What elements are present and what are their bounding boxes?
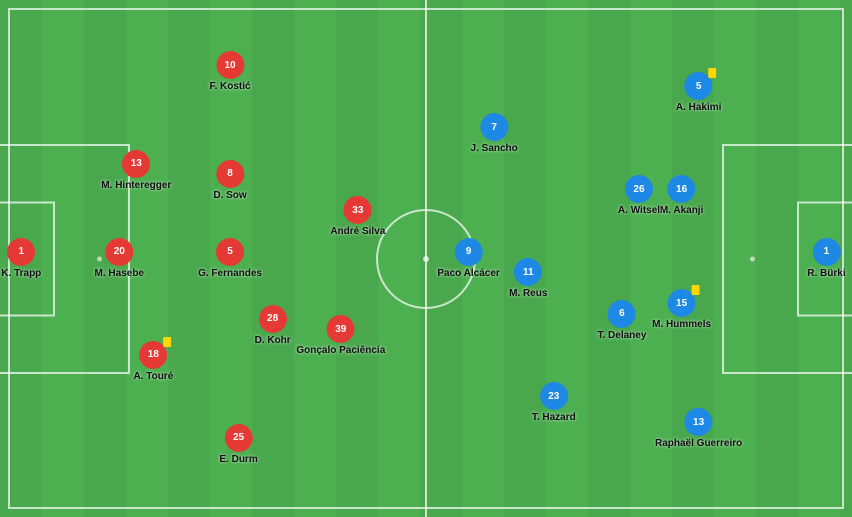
player-name-gfernandes: G. Fernandes [198,268,262,280]
player-delaney[interactable]: 6 T. Delaney [597,300,646,342]
player-number-gfernandes: 5 [216,238,244,266]
yellow-card-hakimi [709,68,717,78]
player-number-durm: 25 [225,424,253,452]
player-number-burki: 1 [812,238,840,266]
player-name-hinteregger: M. Hinteregger [101,180,171,192]
player-andsilva[interactable]: 33 André Silva [330,196,385,238]
player-sow[interactable]: 8 D. Sow [213,160,246,202]
player-number-sancho: 7 [480,113,508,141]
player-name-sancho: J. Sancho [471,143,518,155]
player-goncalo[interactable]: 39 Gonçalo Paciência [296,315,385,357]
player-name-hakimi: A. Hakimi [676,102,722,114]
player-durm[interactable]: 25 E. Durm [219,424,257,466]
player-name-alcacer: Paco Alcácer [437,268,499,280]
player-burki[interactable]: 1 R. Bürki [807,238,845,280]
player-hazard[interactable]: 23 T. Hazard [532,382,576,424]
center-dot [423,256,429,262]
player-number-hakimi: 5 [685,72,713,100]
player-name-toure: A. Touré [133,371,173,383]
player-witsel[interactable]: 26 A. Witsel [618,175,660,217]
player-hummels[interactable]: 15 M. Hummels [652,289,711,331]
player-number-hazard: 23 [540,382,568,410]
player-name-reus: M. Reus [509,288,547,300]
player-number-alcacer: 9 [455,238,483,266]
player-sancho[interactable]: 7 J. Sancho [471,113,518,155]
player-number-sow: 8 [216,160,244,188]
player-hasebe[interactable]: 20 M. Hasebe [95,238,144,280]
player-name-hummels: M. Hummels [652,319,711,331]
player-trapp[interactable]: 1 K. Trapp [1,238,41,280]
player-name-sow: D. Sow [213,190,246,202]
yellow-card-toure [163,337,171,347]
player-number-hummels: 15 [668,289,696,317]
player-number-guerreiro: 13 [685,408,713,436]
player-number-hasebe: 20 [105,238,133,266]
player-name-trapp: K. Trapp [1,268,41,280]
player-number-goncalo: 39 [327,315,355,343]
player-alcacer[interactable]: 9 Paco Alcácer [437,238,499,280]
yellow-card-hummels [692,285,700,295]
player-gfernandes[interactable]: 5 G. Fernandes [198,238,262,280]
player-number-trapp: 1 [7,238,35,266]
football-pitch: 1K. Trapp20M. Hasebe13M. Hinteregger18A.… [0,0,852,517]
player-number-hinteregger: 13 [122,150,150,178]
penalty-dot-right [750,256,755,261]
player-number-andsilva: 33 [344,196,372,224]
player-number-delaney: 6 [608,300,636,328]
player-reus[interactable]: 11 M. Reus [509,258,547,300]
player-hinteregger[interactable]: 13 M. Hinteregger [101,150,171,192]
player-name-witsel: A. Witsel [618,205,660,217]
player-number-witsel: 26 [625,175,653,203]
player-name-hazard: T. Hazard [532,412,576,424]
player-name-kostic: F. Kostić [209,81,250,93]
player-name-kohr: D. Kohr [255,335,291,347]
player-number-toure: 18 [139,341,167,369]
player-kohr[interactable]: 28 D. Kohr [255,305,291,347]
player-toure[interactable]: 18 A. Touré [133,341,173,383]
player-name-delaney: T. Delaney [597,330,646,342]
player-name-akanji: M. Akanji [660,205,704,217]
player-name-durm: E. Durm [219,454,257,466]
player-name-burki: R. Bürki [807,268,845,280]
player-name-guerreiro: Raphaël Guerreiro [655,438,742,450]
player-number-akanji: 16 [668,175,696,203]
player-name-hasebe: M. Hasebe [95,268,144,280]
player-name-goncalo: Gonçalo Paciência [296,345,385,357]
player-akanji[interactable]: 16 M. Akanji [660,175,704,217]
player-guerreiro[interactable]: 13 Raphaël Guerreiro [655,408,742,450]
player-number-reus: 11 [514,258,542,286]
player-number-kohr: 28 [259,305,287,333]
player-kostic[interactable]: 10 F. Kostić [209,51,250,93]
player-hakimi[interactable]: 5 A. Hakimi [676,72,722,114]
player-name-andsilva: André Silva [330,226,385,238]
player-number-kostic: 10 [216,51,244,79]
